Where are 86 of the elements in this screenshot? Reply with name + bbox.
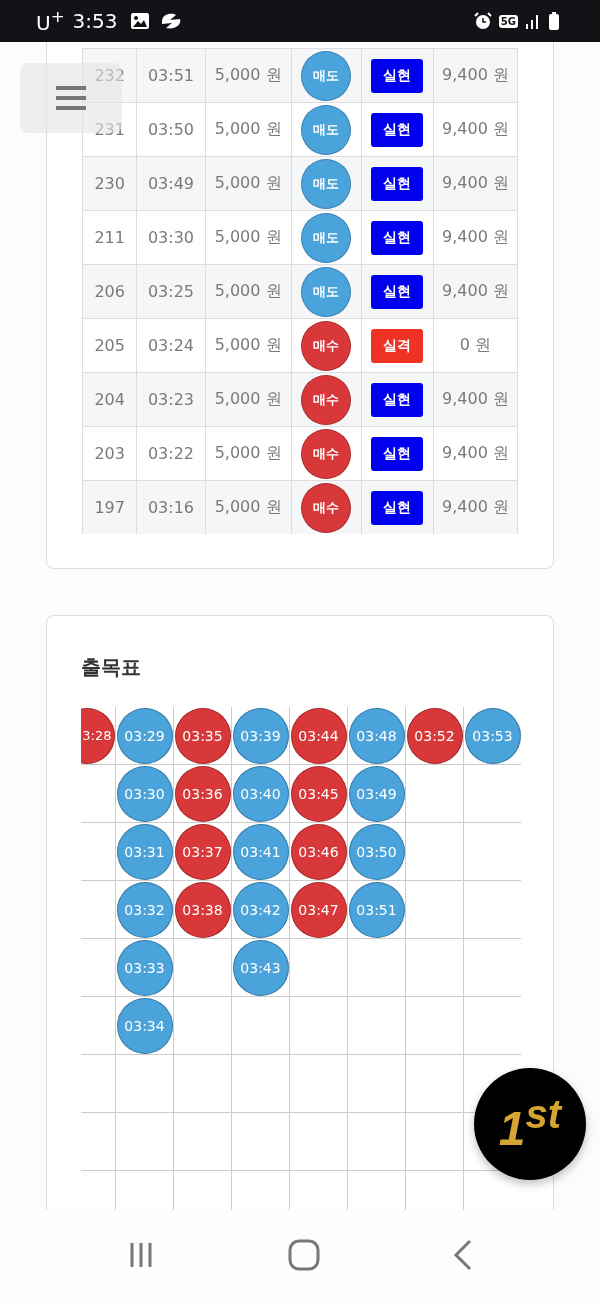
time-cell: 03:23	[137, 373, 206, 426]
payout-cell-text: 9,400 원	[441, 388, 510, 410]
result-badge: 실현	[371, 58, 424, 93]
side-circle: 매도	[301, 104, 352, 155]
grid-cell	[232, 1055, 290, 1113]
payout-cell-text: 9,400 원	[441, 280, 510, 302]
id-cell: 204	[83, 373, 138, 426]
time-circle: 03:47	[290, 881, 347, 938]
image-icon	[129, 12, 150, 30]
time-circle: 03:39	[232, 707, 289, 764]
payout-cell-text: 9,400 원	[441, 226, 510, 248]
time-cell: 03:49	[137, 157, 206, 210]
grid-cell	[290, 1055, 348, 1113]
carrier-label: U$^{+}$	[36, 7, 65, 35]
id-cell: 230	[83, 157, 138, 210]
side-circle: 매도	[301, 212, 352, 263]
result-badge: 실격	[371, 328, 424, 363]
time-circle: 03:40	[232, 765, 289, 822]
amount-cell: 5,000 원	[205, 481, 292, 534]
time-circle: 03:53	[464, 707, 521, 764]
result-badge: 실현	[371, 220, 424, 255]
card-title: 출목표	[81, 654, 142, 681]
time-circle: 03:34	[116, 997, 173, 1054]
time-circle: 03:31	[116, 823, 173, 880]
time-circle: 03:35	[174, 707, 231, 764]
side-circle: 매도	[301, 50, 352, 101]
side-circle: 매도	[301, 266, 352, 317]
grid-cell	[406, 939, 464, 997]
amount-cell: 5,000 원	[205, 373, 292, 426]
grid-cell	[348, 1055, 406, 1113]
time-circle: 03:41	[232, 823, 289, 880]
side-circle: 매수	[301, 374, 352, 425]
id-cell: 197	[83, 481, 138, 534]
payout-cell-text: 0 원	[458, 334, 493, 356]
time-circle: 03:37	[174, 823, 231, 880]
time-circle: 03:43	[232, 939, 289, 996]
time-circle: 03:48	[348, 707, 405, 764]
time-circle: 03:33	[116, 939, 173, 996]
payout-cell-text: 9,400 원	[441, 496, 510, 518]
network-label: 5G	[498, 14, 518, 28]
time-circle: 03:44	[290, 707, 347, 764]
time-circle: 03:50	[348, 823, 405, 880]
time-circle: 03:36	[174, 765, 231, 822]
time-circle: 03:52	[406, 707, 463, 764]
time-circle: 03:45	[290, 765, 347, 822]
grid-cell	[174, 1055, 232, 1113]
side-circle: 매도	[301, 158, 352, 209]
result-badge: 실현	[371, 112, 424, 147]
payout-cell-text: 9,400 원	[441, 442, 510, 464]
menu-button[interactable]	[20, 63, 122, 133]
amount-cell: 5,000 원	[205, 157, 292, 210]
home-icon[interactable]	[288, 1239, 320, 1271]
result-badge: 실현	[371, 382, 424, 417]
time-cell: 03:25	[137, 265, 206, 318]
time-circle: 03:46	[290, 823, 347, 880]
payout-cell-text: 9,400 원	[441, 118, 510, 140]
menu-icon	[55, 84, 87, 112]
time-circle: 03:38	[174, 881, 231, 938]
time-cell: 03:16	[137, 481, 206, 534]
amount-cell: 5,000 원	[205, 49, 292, 102]
battery-icon	[548, 11, 560, 31]
result-badge: 실현	[371, 274, 424, 309]
side-circle: 매수	[301, 428, 352, 479]
status-time: 3:53	[72, 9, 118, 33]
alarm-icon	[472, 11, 493, 31]
grid-cell	[290, 997, 348, 1055]
time-circle: 03:29	[116, 707, 173, 764]
time-cell: 03:51	[137, 49, 206, 102]
time-circle: 3:28	[81, 707, 115, 764]
back-icon[interactable]	[452, 1239, 474, 1271]
result-badge: 실현	[371, 166, 424, 201]
side-circle: 매수	[301, 320, 352, 371]
time-circle: 03:32	[116, 881, 173, 938]
time-circle: 03:49	[348, 765, 405, 822]
result-badge: 실현	[371, 436, 424, 471]
grid-cell	[348, 997, 406, 1055]
result-badge: 실현	[371, 490, 424, 525]
grid-cell	[406, 997, 464, 1055]
amount-cell: 5,000 원	[205, 265, 292, 318]
time-circle: 03:51	[348, 881, 405, 938]
payout-cell-text: 9,400 원	[441, 172, 510, 194]
payout-cell-text: 9,400 원	[441, 64, 510, 86]
side-circle: 매수	[301, 482, 352, 533]
time-circle: 03:30	[116, 765, 173, 822]
id-cell: 206	[83, 265, 138, 318]
time-circle: 03:42	[232, 881, 289, 938]
